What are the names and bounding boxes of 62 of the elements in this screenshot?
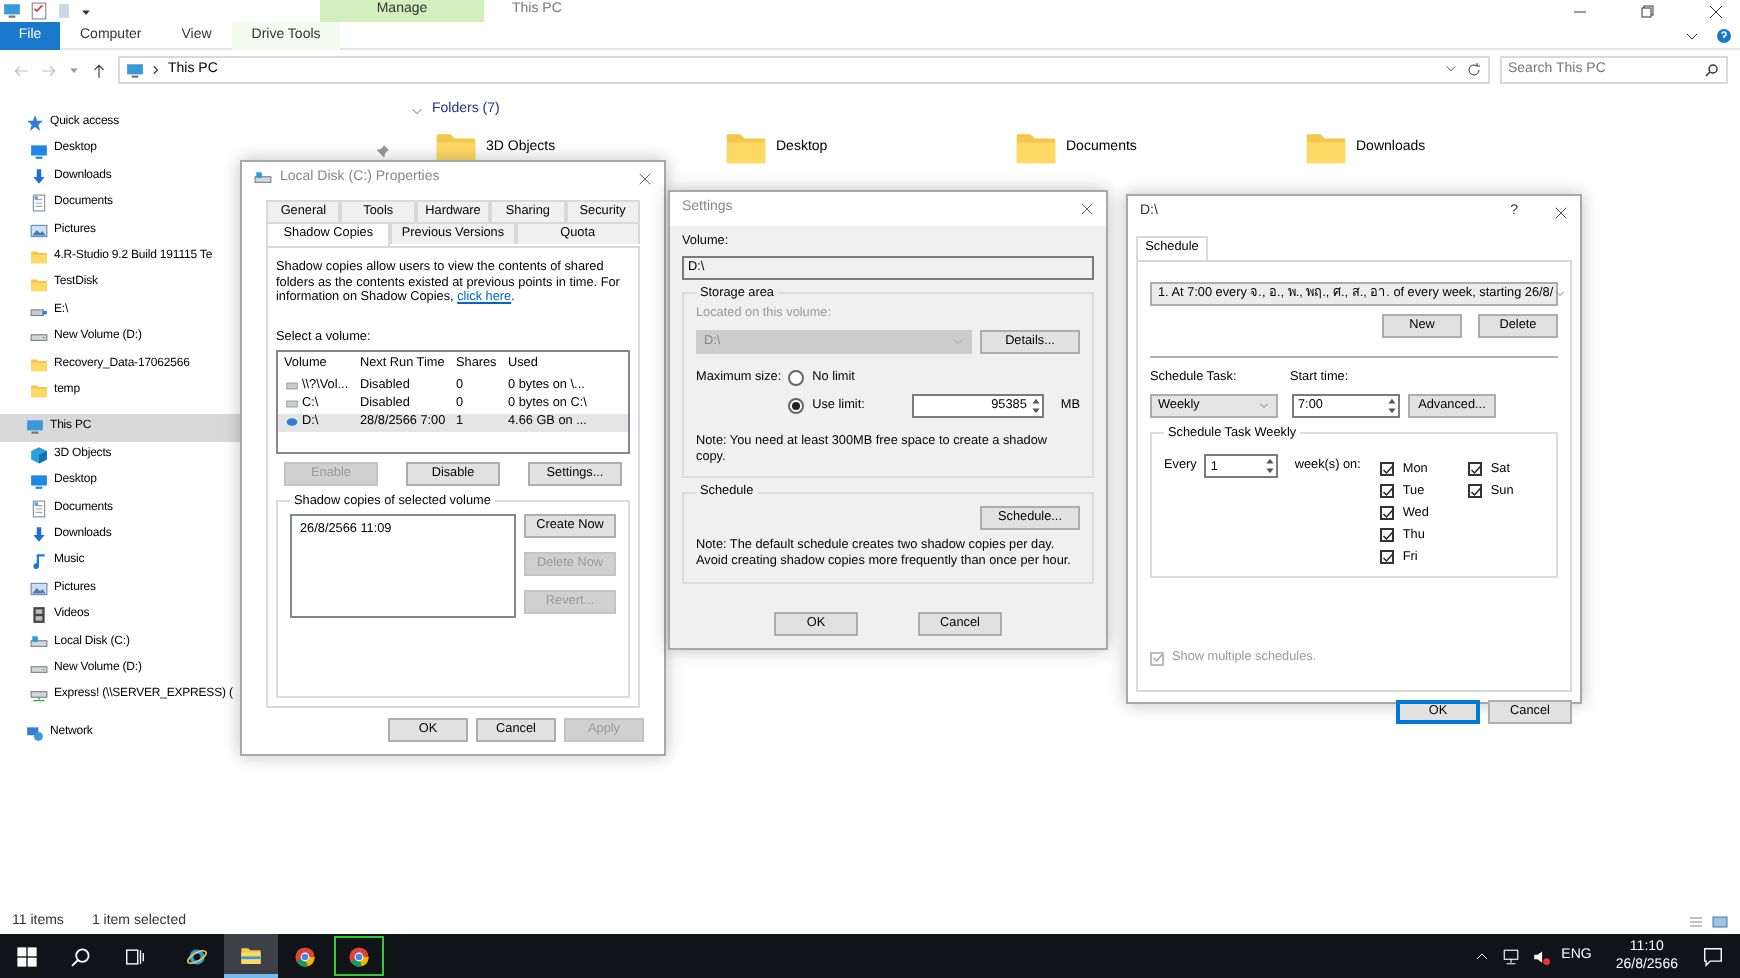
maximize-icon[interactable] bbox=[1640, 3, 1656, 19]
document-icon bbox=[30, 499, 48, 518]
checkmark-icon bbox=[1151, 652, 1163, 665]
pictures-icon bbox=[30, 579, 48, 598]
large-icons-view-icon[interactable] bbox=[1712, 914, 1728, 930]
network-icon[interactable] bbox=[1501, 947, 1520, 965]
close-icon[interactable] bbox=[1708, 3, 1724, 19]
close-icon[interactable] bbox=[1080, 202, 1094, 216]
search-icon bbox=[1704, 62, 1720, 78]
computer-icon bbox=[126, 61, 144, 79]
chrome-icon[interactable] bbox=[294, 945, 316, 967]
checkbox[interactable] bbox=[1380, 462, 1395, 477]
spinner-arrows-icon[interactable] bbox=[1386, 395, 1398, 416]
checkbox[interactable] bbox=[1380, 528, 1395, 543]
spinner-arrows-icon[interactable] bbox=[1030, 396, 1043, 417]
download-icon bbox=[30, 526, 48, 545]
checkbox[interactable] bbox=[1380, 550, 1395, 565]
checkbox[interactable] bbox=[1468, 462, 1483, 477]
checkbox[interactable] bbox=[1468, 484, 1483, 499]
refresh-icon[interactable] bbox=[1466, 62, 1482, 78]
caret-icon bbox=[1553, 288, 1566, 300]
radio-button[interactable] bbox=[788, 370, 805, 387]
help-icon[interactable] bbox=[1716, 27, 1732, 43]
computer-icon bbox=[26, 418, 44, 437]
browser-icon[interactable] bbox=[186, 945, 208, 967]
close-icon[interactable] bbox=[1554, 206, 1568, 220]
chrome-icon[interactable] bbox=[348, 945, 370, 967]
start-icon[interactable] bbox=[16, 945, 38, 967]
folder-icon bbox=[30, 248, 48, 267]
checkbox[interactable] bbox=[1380, 506, 1395, 521]
film-icon bbox=[30, 606, 48, 625]
notification-icon[interactable] bbox=[1702, 945, 1724, 967]
monitor-icon bbox=[30, 141, 48, 160]
star-icon bbox=[26, 114, 44, 133]
folder-icon bbox=[30, 382, 48, 401]
taskbar-button[interactable] bbox=[332, 934, 386, 978]
task-view-icon[interactable] bbox=[124, 945, 146, 967]
taskbar-button[interactable] bbox=[224, 934, 278, 978]
cube-icon bbox=[30, 445, 48, 464]
checklist-icon[interactable] bbox=[30, 2, 48, 20]
caret-icon[interactable] bbox=[80, 5, 92, 17]
radio-button[interactable] bbox=[788, 398, 805, 415]
folder-icon bbox=[30, 355, 48, 374]
checkbox[interactable] bbox=[1380, 484, 1395, 499]
network-drive-icon bbox=[30, 686, 48, 705]
speaker-muted-icon[interactable] bbox=[1531, 947, 1550, 965]
up-arrow-icon[interactable] bbox=[90, 61, 108, 79]
monitor-icon bbox=[30, 472, 48, 491]
download-icon bbox=[30, 167, 48, 186]
chevron-up-icon[interactable] bbox=[1473, 948, 1490, 964]
close-icon[interactable] bbox=[638, 172, 652, 186]
folder-icon[interactable] bbox=[240, 943, 262, 965]
network-icon bbox=[26, 723, 44, 742]
caret-icon bbox=[1258, 399, 1270, 412]
computer-icon bbox=[2, 2, 22, 20]
search-icon[interactable] bbox=[70, 945, 92, 967]
pictures-icon bbox=[30, 221, 48, 240]
chevron-right-icon[interactable] bbox=[150, 64, 162, 76]
spinner-arrows-icon[interactable] bbox=[1264, 456, 1277, 477]
document-icon bbox=[30, 194, 48, 213]
folder-icon bbox=[30, 275, 48, 294]
music-note-icon bbox=[30, 552, 48, 571]
